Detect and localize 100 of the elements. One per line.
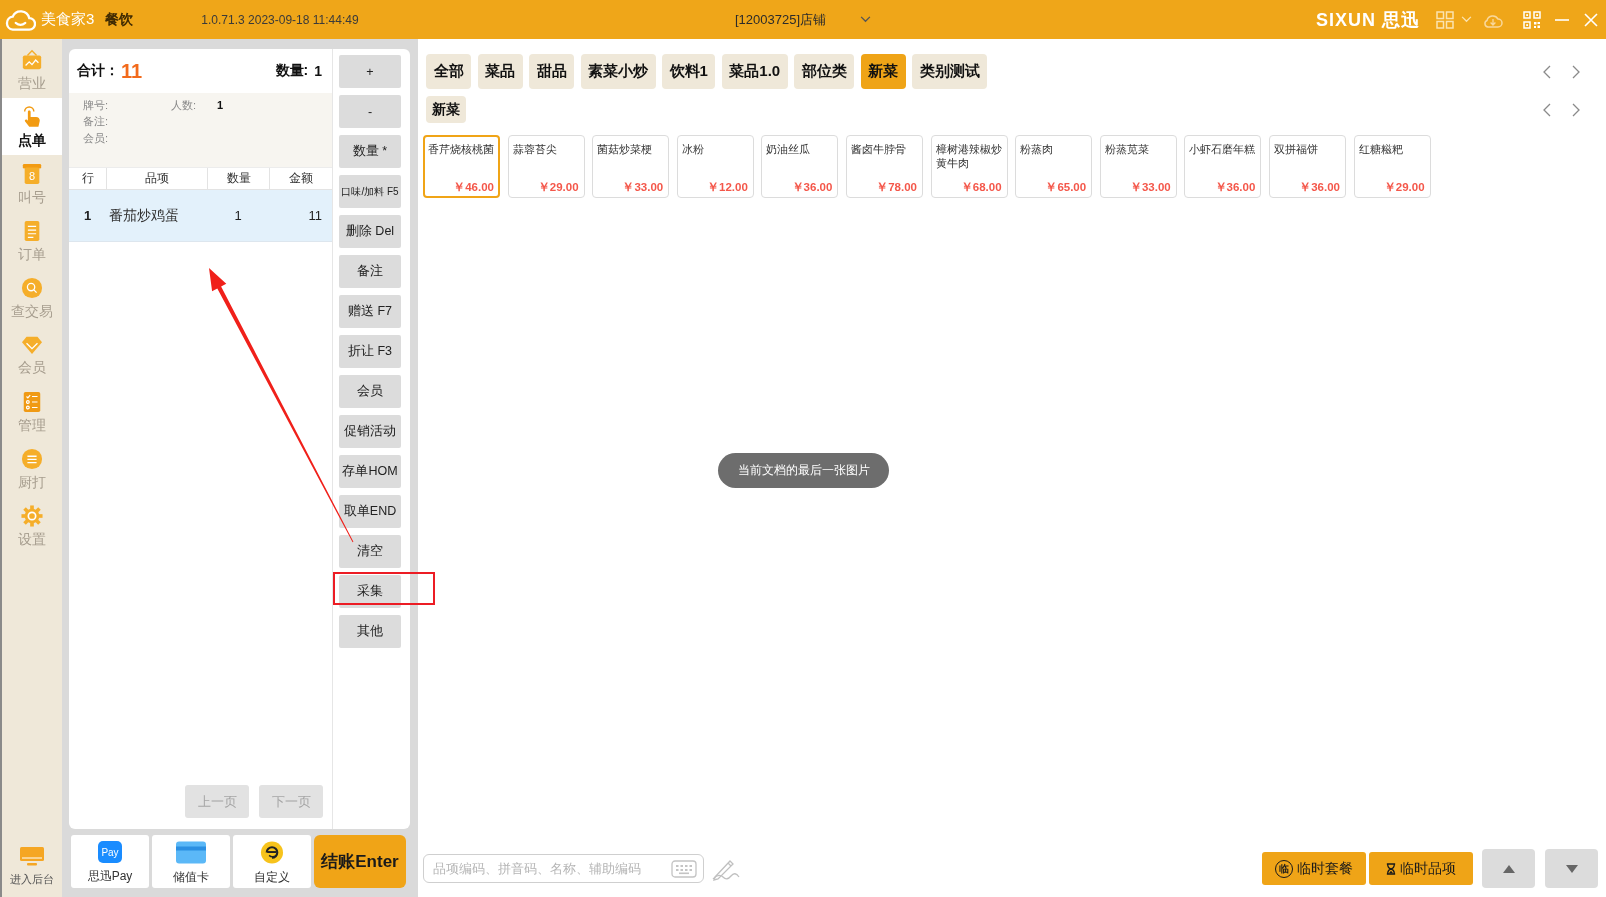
dish-name: 粉蒸肉 xyxy=(1020,142,1054,156)
action-button[interactable]: 数量 * xyxy=(339,135,401,168)
payment-button[interactable]: Pay 思迅Pay xyxy=(71,835,149,888)
version-text: 1.0.71.3 2023-09-18 11:44:49 xyxy=(201,12,359,27)
category-tab[interactable]: 素菜小炒 xyxy=(580,54,656,89)
action-button[interactable]: 取单END xyxy=(339,495,401,528)
quantity-value: 1 xyxy=(314,63,322,79)
dish-price: ￥36.00 xyxy=(1299,180,1340,194)
info-label: 备注: xyxy=(83,114,109,130)
dish-card[interactable]: 红糖糍粑 ￥29.00 xyxy=(1353,135,1431,198)
dish-price: ￥78.00 xyxy=(876,180,917,194)
chevron-left-icon[interactable] xyxy=(1543,64,1551,79)
action-button[interactable]: - xyxy=(339,95,401,128)
chevron-left-icon[interactable] xyxy=(1543,102,1551,117)
dish-card[interactable]: 樟树港辣椒炒黄牛肉 ￥68.00 xyxy=(930,135,1008,198)
store-dropdown[interactable]: [12003725]店铺 xyxy=(734,10,872,29)
payment-button[interactable]: 储值卡 xyxy=(152,835,230,888)
table-cell-text: 11 xyxy=(307,208,323,223)
action-button[interactable]: 赠送 F7 xyxy=(339,295,401,328)
cloud-logo-icon xyxy=(5,7,36,32)
chevron-down-icon[interactable] xyxy=(1461,16,1472,23)
dish-price: ￥29.00 xyxy=(1383,180,1425,194)
dish-price: ￥29.00 xyxy=(537,180,579,194)
dish-name: 奶油丝瓜 xyxy=(766,142,811,156)
chevron-right-icon[interactable] xyxy=(1572,64,1580,79)
scroll-up-button[interactable] xyxy=(1482,849,1535,888)
minimize-icon[interactable] xyxy=(1555,18,1569,21)
info-value: 1 xyxy=(217,99,224,112)
dish-card[interactable]: 小虾石磨年糕 ￥36.00 xyxy=(1184,135,1262,198)
dish-name: 红糖糍粑 xyxy=(1358,142,1403,156)
quick-button[interactable]: 临时品项 xyxy=(1369,852,1473,885)
action-button[interactable]: 备注 xyxy=(339,255,401,288)
action-button[interactable]: 清空 xyxy=(339,535,401,568)
keyboard-icon[interactable] xyxy=(671,859,697,878)
category-tab[interactable]: 菜品 xyxy=(477,54,523,89)
category-tab[interactable]: 菜品1.0 xyxy=(721,54,788,89)
action-button[interactable]: 删除 Del xyxy=(339,215,401,248)
checkout-button[interactable]: 结账Enter xyxy=(314,835,406,888)
payment-button[interactable]: 自定义 xyxy=(233,835,311,888)
triangle-down-icon xyxy=(1564,863,1579,874)
sidebar-item[interactable]: 点单 xyxy=(2,98,62,155)
table-cell-text: 1 xyxy=(82,208,93,223)
action-button[interactable]: 会员 xyxy=(339,375,401,408)
action-button[interactable]: 折让 F3 xyxy=(339,335,401,368)
dish-card[interactable]: 奶油丝瓜 ￥36.00 xyxy=(761,135,839,198)
category-tab[interactable]: 部位类 xyxy=(794,54,855,89)
dish-price: ￥68.00 xyxy=(960,180,1002,194)
toast-message: 当前文档的最后一张图片 xyxy=(718,453,889,488)
dish-price: ￥12.00 xyxy=(707,180,748,194)
search-icon xyxy=(21,276,43,299)
category-tab[interactable]: 新菜 xyxy=(860,54,906,89)
hand-pointer-icon xyxy=(21,105,43,128)
dish-card[interactable]: 粉蒸肉 ￥65.00 xyxy=(1015,135,1093,198)
quick-button[interactable]: 临 临时套餐 xyxy=(1262,852,1366,885)
module-label: 餐饮 xyxy=(105,10,134,29)
dish-name: 酱卤牛脖骨 xyxy=(850,142,906,156)
category-tab[interactable]: 全部 xyxy=(426,54,471,89)
column-header: 数量 xyxy=(207,168,269,189)
info-label: 会员: xyxy=(83,130,109,146)
dish-price: ￥46.00 xyxy=(453,180,494,194)
table-cell-text: 1 xyxy=(233,208,243,223)
dish-card[interactable]: 冰粉 ￥12.00 xyxy=(676,135,754,198)
info-label: 人数: xyxy=(171,97,197,113)
close-icon[interactable] xyxy=(1584,12,1598,27)
dish-card[interactable]: 双拼福饼 ￥36.00 xyxy=(1268,135,1346,198)
dish-card[interactable]: 菌菇炒菜梗 ￥33.00 xyxy=(592,135,670,198)
action-button[interactable]: 其他 xyxy=(339,615,401,648)
info-label: 牌号: xyxy=(83,97,109,113)
brand-logo: SIXUN 思迅 xyxy=(1316,8,1420,32)
dish-name: 双拼福饼 xyxy=(1273,142,1318,156)
chevron-right-icon[interactable] xyxy=(1572,102,1580,117)
app-name: 美食家3 xyxy=(41,10,95,29)
apps-grid-icon[interactable] xyxy=(1436,10,1454,29)
dish-card[interactable]: 蒜蓉苔尖 ￥29.00 xyxy=(507,135,585,198)
gear-icon xyxy=(21,504,43,527)
action-button[interactable]: 促销活动 xyxy=(339,415,401,448)
column-header: 行 xyxy=(80,170,95,187)
dish-card[interactable]: 酱卤牛脖骨 ￥78.00 xyxy=(845,135,923,198)
dish-name: 粉蒸苋菜 xyxy=(1104,142,1149,156)
order-row[interactable]: 1 番茄炒鸡蛋 1 11 xyxy=(69,190,332,242)
action-button[interactable]: + xyxy=(339,55,401,88)
checklist-icon xyxy=(21,390,43,413)
category-tab[interactable]: 新菜 xyxy=(426,96,466,123)
hourglass-icon xyxy=(1386,862,1396,875)
action-button[interactable]: 采集 xyxy=(339,575,401,608)
dish-card[interactable]: 粉蒸苋菜 ￥33.00 xyxy=(1099,135,1177,198)
diamond-icon xyxy=(21,334,43,355)
category-tab[interactable]: 饮料1 xyxy=(662,54,716,89)
scroll-down-button[interactable] xyxy=(1545,849,1598,888)
round-emblem-icon xyxy=(260,841,284,864)
action-button[interactable]: 口味/加料 F5 xyxy=(339,175,401,208)
search-field[interactable]: 品项编码、拼音码、名称、辅助编码 xyxy=(423,854,704,883)
action-button[interactable]: 存单HOM xyxy=(339,455,401,488)
lines-circle-icon xyxy=(21,447,43,470)
qr-code-icon[interactable] xyxy=(1523,10,1541,29)
category-tab[interactable]: 甜品 xyxy=(529,54,574,89)
dish-card[interactable]: 香芹烧核桃菌 ￥46.00 xyxy=(423,135,500,198)
backend-button[interactable]: 进入后台 xyxy=(2,846,62,887)
total-label: 合计： xyxy=(77,62,119,80)
category-tab[interactable]: 类别测试 xyxy=(912,54,988,89)
